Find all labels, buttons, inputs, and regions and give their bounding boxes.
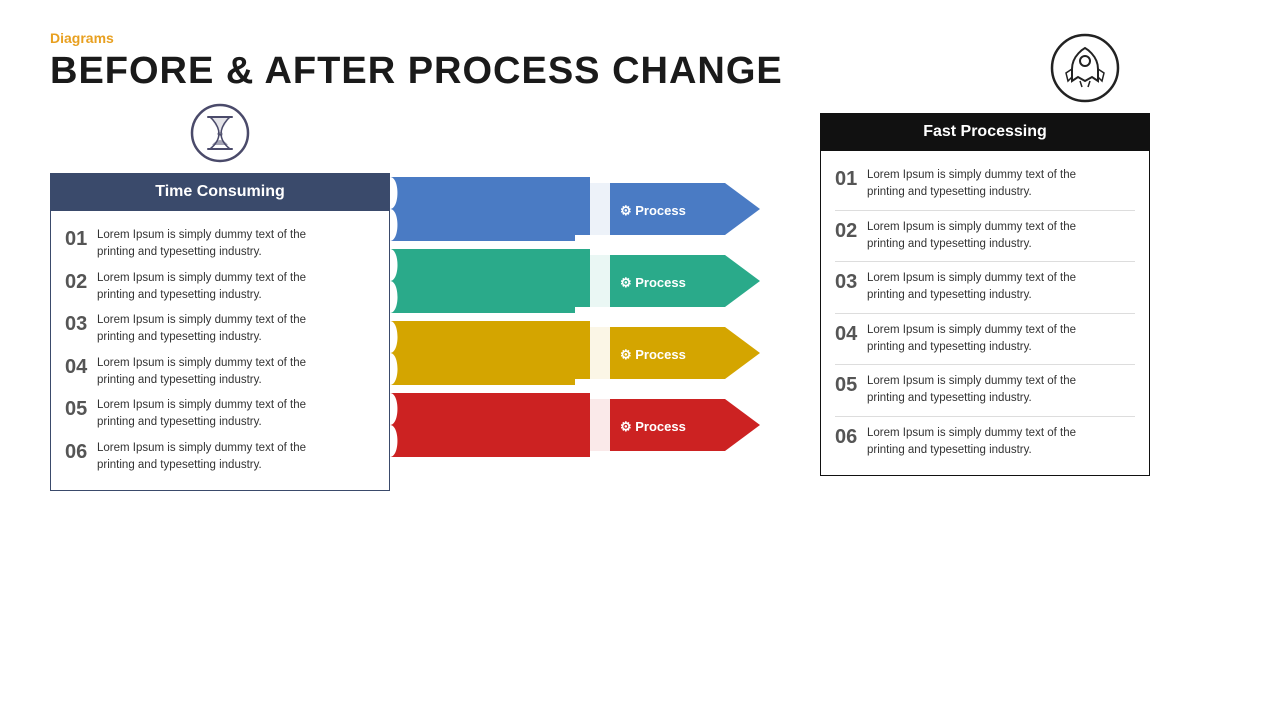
- left-list-item: 06 Lorem Ipsum is simply dummy text of t…: [65, 440, 375, 475]
- right-panel: Fast Processing 01 Lorem Ipsum is simply…: [820, 113, 1150, 476]
- item-text: Lorem Ipsum is simply dummy text of thep…: [867, 219, 1076, 254]
- rocket-icon: [1050, 33, 1120, 103]
- item-number: 06: [65, 440, 97, 464]
- item-text: Lorem Ipsum is simply dummy text of thep…: [97, 440, 306, 475]
- item-text: Lorem Ipsum is simply dummy text of thep…: [97, 270, 306, 305]
- item-text: Lorem Ipsum is simply dummy text of thep…: [867, 270, 1076, 305]
- item-number: 04: [835, 322, 867, 346]
- slide: Diagrams BEFORE & AFTER PROCESS CHANGE T…: [0, 0, 1280, 720]
- process-flow-svg: ⚙ Process ⚙ Process ⚙ Process: [390, 173, 810, 473]
- hourglass-icon: [190, 103, 250, 163]
- svg-text:⚙ Process: ⚙ Process: [620, 347, 686, 362]
- left-body: 01 Lorem Ipsum is simply dummy text of t…: [50, 211, 390, 491]
- item-number: 03: [65, 312, 97, 336]
- item-text: Lorem Ipsum is simply dummy text of thep…: [97, 312, 306, 347]
- item-number: 03: [835, 270, 867, 294]
- svg-text:⚙ Process: ⚙ Process: [620, 419, 686, 434]
- item-number: 01: [835, 167, 867, 191]
- item-text: Lorem Ipsum is simply dummy text of thep…: [97, 355, 306, 390]
- left-list-item: 05 Lorem Ipsum is simply dummy text of t…: [65, 397, 375, 432]
- svg-text:⚙ Process: ⚙ Process: [620, 203, 686, 218]
- right-list-item: 05 Lorem Ipsum is simply dummy text of t…: [835, 373, 1135, 408]
- middle-visualization: ⚙ Process ⚙ Process ⚙ Process: [390, 173, 810, 461]
- right-list-item: 06 Lorem Ipsum is simply dummy text of t…: [835, 425, 1135, 460]
- item-number: 02: [835, 219, 867, 243]
- item-text: Lorem Ipsum is simply dummy text of thep…: [867, 322, 1076, 357]
- item-number: 02: [65, 270, 97, 294]
- left-list-item: 02 Lorem Ipsum is simply dummy text of t…: [65, 270, 375, 305]
- right-list-item: 04 Lorem Ipsum is simply dummy text of t…: [835, 322, 1135, 357]
- right-list-item: 01 Lorem Ipsum is simply dummy text of t…: [835, 167, 1135, 202]
- left-panel: Time Consuming 01 Lorem Ipsum is simply …: [50, 173, 390, 491]
- left-list-item: 01 Lorem Ipsum is simply dummy text of t…: [65, 227, 375, 262]
- item-number: 05: [835, 373, 867, 397]
- item-text: Lorem Ipsum is simply dummy text of thep…: [867, 167, 1076, 202]
- item-number: 05: [65, 397, 97, 421]
- item-number: 01: [65, 227, 97, 251]
- left-list-item: 03 Lorem Ipsum is simply dummy text of t…: [65, 312, 375, 347]
- right-list-item: 03 Lorem Ipsum is simply dummy text of t…: [835, 270, 1135, 305]
- item-text: Lorem Ipsum is simply dummy text of thep…: [867, 373, 1076, 408]
- item-text: Lorem Ipsum is simply dummy text of thep…: [97, 397, 306, 432]
- right-body: 01 Lorem Ipsum is simply dummy text of t…: [820, 151, 1150, 476]
- left-header: Time Consuming: [50, 173, 390, 211]
- item-text: Lorem Ipsum is simply dummy text of thep…: [867, 425, 1076, 460]
- diagram-area: Time Consuming 01 Lorem Ipsum is simply …: [50, 113, 1230, 491]
- left-list-item: 04 Lorem Ipsum is simply dummy text of t…: [65, 355, 375, 390]
- item-number: 06: [835, 425, 867, 449]
- right-list-item: 02 Lorem Ipsum is simply dummy text of t…: [835, 219, 1135, 254]
- item-text: Lorem Ipsum is simply dummy text of thep…: [97, 227, 306, 262]
- svg-text:⚙ Process: ⚙ Process: [620, 275, 686, 290]
- right-header: Fast Processing: [820, 113, 1150, 151]
- item-number: 04: [65, 355, 97, 379]
